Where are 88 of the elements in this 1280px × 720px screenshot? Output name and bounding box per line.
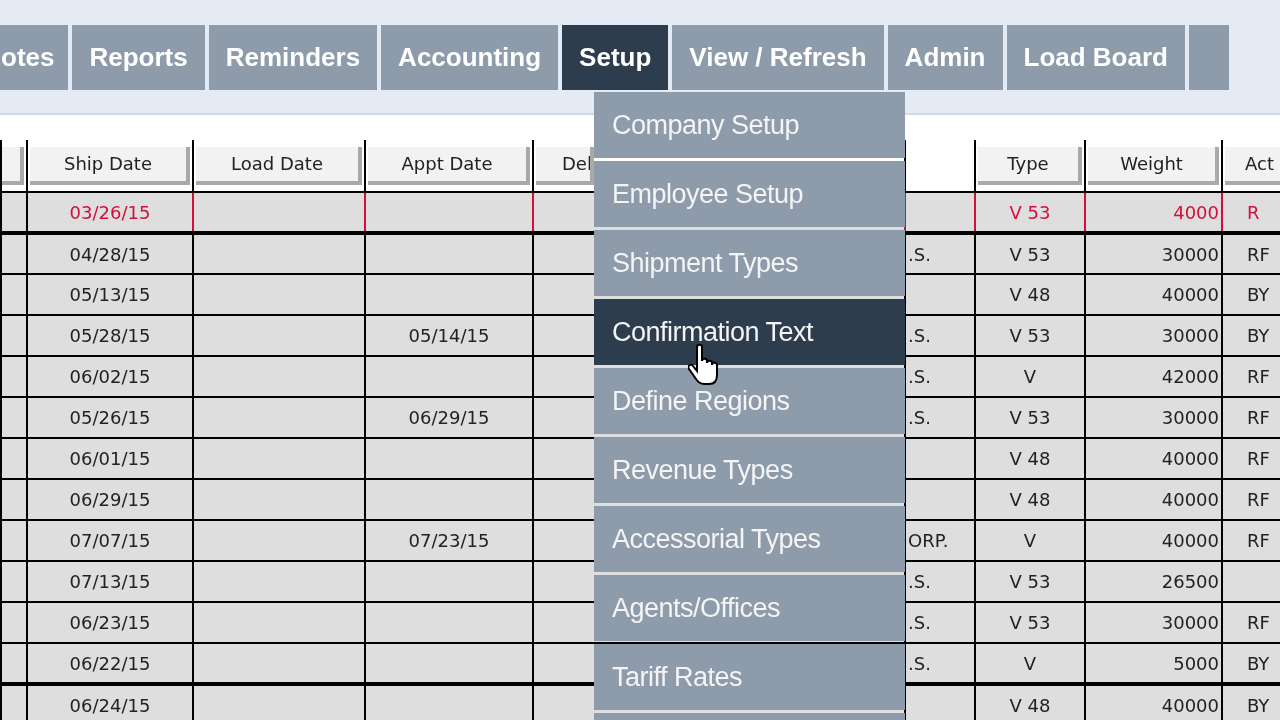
table-cell: BY: [1247, 652, 1270, 674]
table-cell: 42000: [1161, 366, 1219, 387]
table-cell: V 48: [1009, 448, 1051, 469]
table-cell: V 53: [1009, 243, 1051, 265]
table-cell: .S.: [908, 407, 931, 428]
table-cell: 30000: [1161, 243, 1219, 265]
table-cell: RF: [1247, 530, 1270, 551]
table-cell: RF: [1247, 448, 1270, 469]
menu-item[interactable]: Tariff Rates: [594, 644, 905, 710]
table-cell: 07/07/15: [69, 530, 151, 551]
nav-tab[interactable]: otes: [0, 25, 69, 90]
table-cell: RF: [1247, 489, 1270, 510]
table-cell: V 53: [1009, 612, 1051, 633]
nav-tab[interactable]: Setup: [562, 25, 669, 90]
table-cell: .S.: [908, 652, 931, 674]
column-header[interactable]: Act: [1225, 146, 1280, 185]
table-cell: BY: [1247, 284, 1270, 305]
table-cell: RF: [1247, 366, 1270, 387]
table-cell: V: [1023, 530, 1037, 551]
table-cell: 4000: [1173, 201, 1219, 223]
column-header[interactable]: Del: [536, 146, 594, 185]
nav-tab[interactable]: Load Board: [1006, 25, 1185, 90]
table-cell: 06/29/15: [408, 407, 490, 428]
menu-item[interactable]: Confirmation Text: [594, 299, 905, 365]
table-cell: 40000: [1161, 489, 1219, 510]
nav-tab[interactable]: View / Refresh: [672, 25, 884, 90]
table-cell: 06/29/15: [69, 489, 151, 510]
table-cell: RF: [1247, 612, 1270, 633]
table-cell: RF: [1247, 243, 1270, 265]
table-cell: 40000: [1161, 284, 1219, 305]
column-header[interactable]: Load Date: [196, 146, 362, 185]
menu-item[interactable]: Revenue Types: [594, 437, 905, 503]
table-cell: ORP.: [908, 530, 949, 551]
table-cell: .S.: [908, 325, 931, 346]
table-cell: 06/23/15: [69, 612, 151, 633]
table-cell: V: [1023, 366, 1037, 387]
table-cell: V 48: [1009, 284, 1051, 305]
table-cell: .S.: [908, 571, 931, 592]
table-cell: .S.: [908, 243, 931, 265]
table-cell: .S.: [908, 366, 931, 387]
table-cell: RF: [1247, 407, 1270, 428]
table-cell: 06/24/15: [69, 694, 151, 716]
menu-item[interactable]: Accessorial Types: [594, 506, 905, 572]
column-header[interactable]: Ship Date: [30, 146, 190, 185]
table-cell: 05/13/15: [69, 284, 151, 305]
table-cell: V 48: [1009, 694, 1051, 716]
table-cell: 06/02/15: [69, 366, 151, 387]
menu-item[interactable]: Company Setup: [594, 92, 905, 158]
table-cell: V 53: [1009, 407, 1051, 428]
table-cell: BY: [1247, 694, 1270, 716]
table-cell: 05/28/15: [69, 325, 151, 346]
table-cell: 40000: [1161, 530, 1219, 551]
table-cell: 40000: [1161, 694, 1219, 716]
table-cell: 26500: [1161, 571, 1219, 592]
table-cell: 06/01/15: [69, 448, 151, 469]
table-cell: 07/13/15: [69, 571, 151, 592]
nav-tab[interactable]: Reports: [72, 25, 205, 90]
table-cell: .S.: [908, 612, 931, 633]
menu-item[interactable]: Define Regions: [594, 368, 905, 434]
column-header[interactable]: Type: [978, 146, 1082, 185]
table-cell: 07/23/15: [408, 530, 490, 551]
table-cell: 30000: [1161, 325, 1219, 346]
menu-item[interactable]: Employee Setup: [594, 161, 905, 227]
table-cell: V 53: [1009, 325, 1051, 346]
nav-tab[interactable]: Admin: [887, 25, 1003, 90]
table-cell: 5000: [1173, 652, 1219, 674]
nav-tab[interactable]: [1188, 25, 1229, 90]
table-cell: V 48: [1009, 489, 1051, 510]
table-cell: V 53: [1009, 571, 1051, 592]
table-cell: 04/28/15: [69, 243, 151, 265]
table-cell: 05/26/15: [69, 407, 151, 428]
menu-item[interactable]: Agents/Offices: [594, 575, 905, 641]
table-cell: 05/14/15: [408, 325, 490, 346]
table-cell: BY: [1247, 325, 1270, 346]
nav-tab[interactable]: Accounting: [381, 25, 559, 90]
nav-tab[interactable]: Reminders: [208, 25, 378, 90]
table-cell: V: [1023, 652, 1037, 674]
table-cell: 30000: [1161, 407, 1219, 428]
table-cell: 40000: [1161, 448, 1219, 469]
column-header[interactable]: Appt Date: [368, 146, 530, 185]
table-cell: V 53: [1009, 201, 1051, 223]
table-cell: 03/26/15: [69, 201, 151, 223]
column-header[interactable]: Weight: [1088, 146, 1219, 185]
table-cell: 06/22/15: [69, 652, 151, 674]
table-cell: R: [1247, 201, 1260, 223]
menu-item[interactable]: Shipment Types: [594, 230, 905, 296]
table-cell: 30000: [1161, 612, 1219, 633]
column-header[interactable]: [0, 146, 24, 185]
